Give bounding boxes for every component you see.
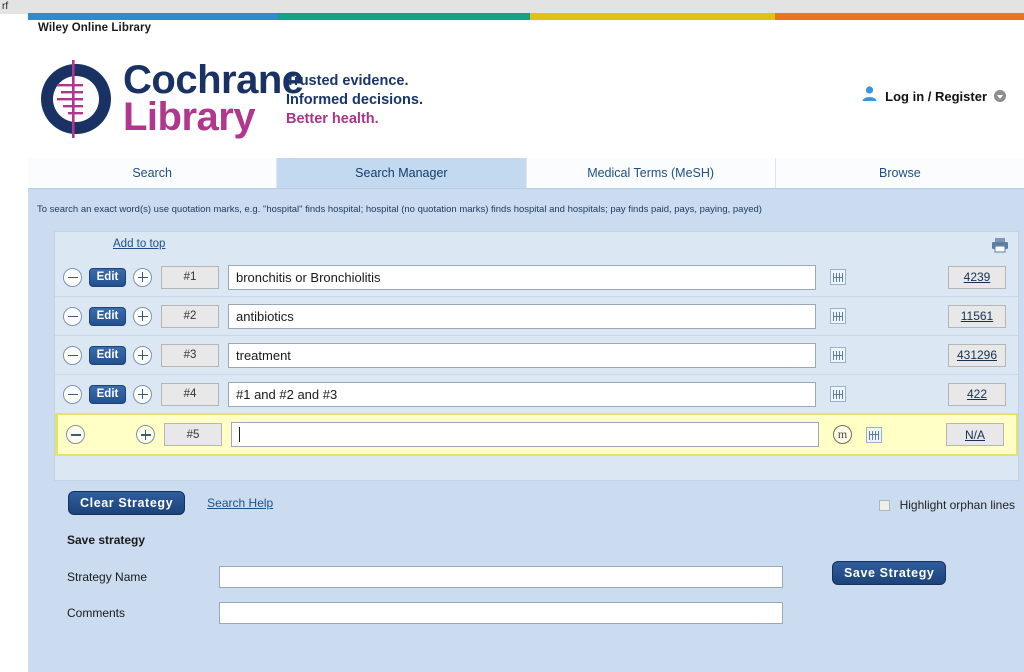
cochrane-logo[interactable]: Cochrane Library: [35, 58, 304, 140]
highlight-orphan-checkbox[interactable]: [878, 499, 890, 511]
plus-circle-icon[interactable]: [133, 384, 152, 404]
tagline-line-2: Informed decisions.: [286, 92, 423, 109]
mesh-grid-icon[interactable]: [866, 426, 882, 443]
search-hint-text: To search an exact word(s) use quotation…: [28, 197, 1024, 221]
highlight-orphan-row: Highlight orphan lines: [878, 498, 1015, 512]
search-help-link[interactable]: Search Help: [207, 496, 273, 510]
tab-browse[interactable]: Browse: [775, 158, 1024, 188]
tagline-line-3: Better health.: [286, 111, 379, 128]
mesh-grid-icon[interactable]: [830, 347, 846, 363]
wiley-online-library-label: Wiley Online Library: [38, 22, 152, 34]
highlight-orphan-label: Highlight orphan lines: [899, 498, 1015, 512]
search-query-input[interactable]: #1 and #2 and #3: [228, 381, 816, 407]
wiley-bar-segment-green: [277, 13, 530, 20]
printer-icon[interactable]: [991, 237, 1009, 253]
logo-text-library: Library: [123, 95, 256, 139]
minus-circle-icon[interactable]: [63, 384, 82, 404]
add-to-top-link[interactable]: Add to top: [113, 238, 165, 250]
edit-button[interactable]: Edit: [89, 306, 126, 326]
wiley-bar-segment-orange: [774, 13, 1024, 20]
tab-search-manager[interactable]: Search Manager: [277, 158, 527, 188]
wiley-bar-segment-yellow: [529, 13, 775, 20]
mesh-grid-icon[interactable]: [830, 269, 846, 285]
table-row-active: #5 m N/A: [55, 413, 1018, 456]
row-number: #4: [161, 382, 219, 406]
search-rows-list: Edit #1 bronchitis or Bronchiolitis 4239…: [55, 258, 1018, 456]
row-number: #5: [164, 423, 222, 446]
result-count-button[interactable]: 11561: [948, 304, 1006, 328]
comments-input[interactable]: [219, 602, 783, 624]
table-row: Edit #2 antibiotics 11561: [55, 297, 1018, 336]
mesh-grid-icon[interactable]: [830, 308, 846, 324]
search-manager-body: To search an exact word(s) use quotation…: [28, 189, 1024, 672]
save-strategy-button[interactable]: Save Strategy: [832, 561, 947, 585]
row-number: #1: [161, 265, 219, 289]
clear-strategy-button[interactable]: Clear Strategy: [68, 491, 186, 515]
plus-circle-icon[interactable]: [133, 306, 152, 326]
minus-circle-icon[interactable]: [63, 345, 82, 365]
edit-button[interactable]: Edit: [89, 267, 126, 287]
user-icon: [861, 85, 878, 107]
wiley-color-bar: [28, 13, 1024, 20]
result-count-button[interactable]: N/A: [946, 423, 1004, 446]
edit-button[interactable]: Edit: [89, 345, 126, 365]
primary-tabs: Search Search Manager Medical Terms (MeS…: [28, 158, 1024, 189]
tab-medical-terms[interactable]: Medical Terms (MeSH): [526, 158, 776, 188]
result-count-button[interactable]: 4239: [948, 265, 1006, 289]
row-number: #3: [161, 343, 219, 367]
logo-text-cochrane: Cochrane: [123, 58, 304, 103]
search-query-input[interactable]: bronchitis or Bronchiolitis: [228, 264, 816, 290]
comments-row: Comments: [67, 602, 783, 624]
plus-circle-icon[interactable]: [136, 425, 155, 444]
mesh-m-circle-icon[interactable]: m: [833, 425, 852, 444]
search-query-input[interactable]: treatment: [228, 342, 816, 368]
strategy-name-label: Strategy Name: [67, 570, 148, 584]
browser-chrome-strip: rf: [0, 0, 1024, 14]
search-query-input[interactable]: antibiotics: [228, 303, 816, 329]
comments-label: Comments: [67, 606, 126, 620]
minus-circle-icon[interactable]: [63, 306, 82, 326]
search-rows-panel: Add to top Edit #1 bronchitis or Bronchi…: [54, 231, 1019, 481]
login-register-label: Log in / Register: [885, 88, 987, 104]
table-row: Edit #4 #1 and #2 and #3 422: [55, 375, 1018, 414]
minus-circle-icon[interactable]: [66, 425, 85, 444]
cochrane-logo-wordmark: Cochrane Library: [123, 58, 304, 139]
tab-search[interactable]: Search: [28, 158, 278, 188]
minus-circle-icon[interactable]: [63, 267, 82, 287]
chevron-down-icon[interactable]: [994, 90, 1006, 102]
row-number: #2: [161, 304, 219, 328]
edit-button[interactable]: Edit: [89, 384, 126, 404]
table-row: Edit #3 treatment 431296: [55, 336, 1018, 375]
result-count-button[interactable]: 422: [948, 382, 1006, 406]
strategy-name-input[interactable]: [219, 566, 783, 588]
page-root: rf Wiley Online Library Cochrane Library…: [0, 0, 1024, 672]
clear-strategy-row: Clear Strategy Search Help: [68, 491, 273, 515]
mesh-grid-icon[interactable]: [830, 386, 846, 402]
wiley-bar-segment-blue: [28, 13, 278, 20]
strategy-name-row: Strategy Name: [67, 566, 783, 588]
save-strategy-heading: Save strategy: [67, 533, 146, 547]
cochrane-logo-mark-icon: [35, 58, 117, 140]
login-register-control[interactable]: Log in / Register: [861, 85, 1006, 107]
browser-tab-text: rf: [2, 1, 9, 12]
brand-tagline: Trusted evidence. Informed decisions. Be…: [286, 72, 423, 129]
result-count-button[interactable]: 431296: [948, 343, 1006, 367]
plus-circle-icon[interactable]: [133, 267, 152, 287]
table-row: Edit #1 bronchitis or Bronchiolitis 4239: [55, 258, 1018, 297]
search-query-input-active[interactable]: [231, 422, 819, 447]
tagline-line-1: Trusted evidence.: [286, 73, 409, 89]
plus-circle-icon[interactable]: [133, 345, 152, 365]
site-header: Cochrane Library Trusted evidence. Infor…: [28, 40, 1024, 158]
